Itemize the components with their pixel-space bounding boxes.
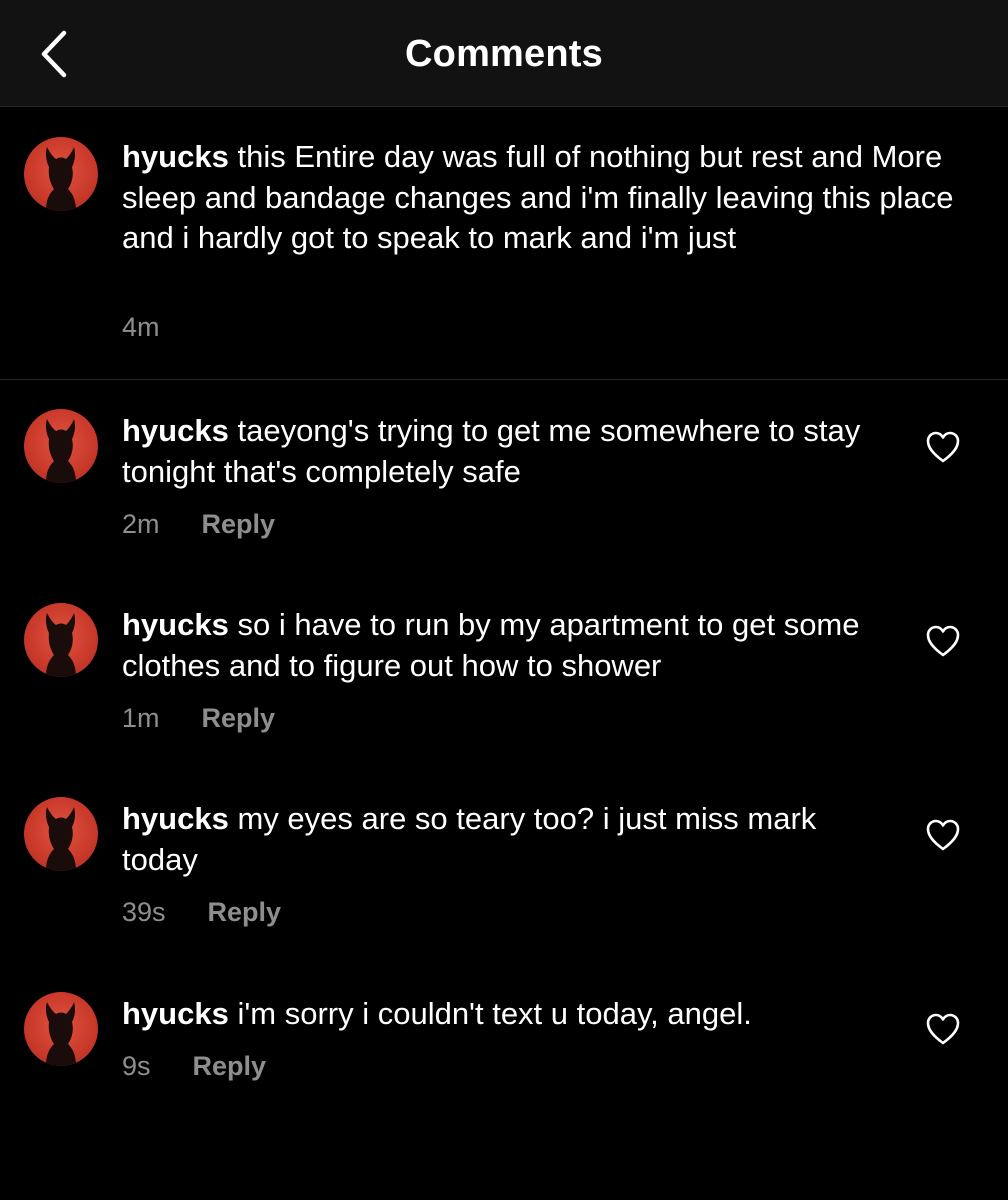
comment-timestamp: 2m bbox=[122, 509, 160, 539]
comment-meta: 2m Reply bbox=[122, 507, 275, 541]
comment-username[interactable]: hyucks bbox=[122, 996, 229, 1031]
comment-body: taeyong's trying to get me somewhere to … bbox=[122, 413, 861, 489]
caption-body: this Entire day was full of nothing but … bbox=[122, 139, 954, 255]
comment-item: hyucks i'm sorry i couldn't text u today… bbox=[0, 988, 1008, 1098]
comment-body: so i have to run by my apartment to get … bbox=[122, 607, 860, 683]
comment-timestamp: 1m bbox=[122, 703, 160, 733]
heart-outline-icon bbox=[924, 623, 962, 659]
devil-silhouette-icon bbox=[45, 419, 76, 483]
comment-username[interactable]: hyucks bbox=[122, 607, 229, 642]
comment-timestamp: 9s bbox=[122, 1051, 151, 1081]
comment-text: hyucks my eyes are so teary too? i just … bbox=[122, 799, 882, 880]
like-button[interactable] bbox=[924, 429, 962, 465]
page-title: Comments bbox=[405, 33, 603, 75]
reply-button[interactable]: Reply bbox=[202, 507, 276, 541]
devil-silhouette-icon bbox=[45, 1002, 76, 1066]
comment-text: hyucks taeyong's trying to get me somewh… bbox=[122, 411, 882, 492]
comment-item: hyucks so i have to run by my apartment … bbox=[0, 599, 1008, 749]
comment-item: hyucks my eyes are so teary too? i just … bbox=[0, 793, 1008, 943]
comment-username[interactable]: hyucks bbox=[122, 413, 229, 448]
heart-outline-icon bbox=[924, 1011, 962, 1047]
avatar[interactable] bbox=[24, 797, 98, 871]
comment-timestamp: 39s bbox=[122, 897, 166, 927]
reply-button[interactable]: Reply bbox=[208, 895, 282, 929]
avatar[interactable] bbox=[24, 137, 98, 211]
devil-silhouette-icon bbox=[45, 807, 76, 871]
reply-button[interactable]: Reply bbox=[193, 1049, 267, 1083]
like-button[interactable] bbox=[924, 623, 962, 659]
caption-meta: 4m bbox=[122, 310, 160, 344]
like-button[interactable] bbox=[924, 817, 962, 853]
comment-username[interactable]: hyucks bbox=[122, 139, 229, 174]
comment-timestamp: 4m bbox=[122, 312, 160, 342]
comment-meta: 39s Reply bbox=[122, 895, 281, 929]
heart-outline-icon bbox=[924, 429, 962, 465]
header-bar: Comments bbox=[0, 0, 1008, 107]
comment-body: i'm sorry i couldn't text u today, angel… bbox=[237, 996, 752, 1031]
like-button[interactable] bbox=[924, 1011, 962, 1047]
reply-button[interactable]: Reply bbox=[202, 701, 276, 735]
comment-text: hyucks so i have to run by my apartment … bbox=[122, 605, 882, 686]
avatar[interactable] bbox=[24, 992, 98, 1066]
comment-meta: 1m Reply bbox=[122, 701, 275, 735]
comment-meta: 9s Reply bbox=[122, 1049, 266, 1083]
comment-username[interactable]: hyucks bbox=[122, 801, 229, 836]
comment-item: hyucks taeyong's trying to get me somewh… bbox=[0, 405, 1008, 555]
avatar[interactable] bbox=[24, 603, 98, 677]
caption-block: hyucks this Entire day was full of nothi… bbox=[0, 107, 1008, 380]
devil-silhouette-icon bbox=[45, 613, 76, 677]
heart-outline-icon bbox=[924, 817, 962, 853]
devil-silhouette-icon bbox=[45, 147, 76, 211]
caption-text: hyucks this Entire day was full of nothi… bbox=[122, 137, 982, 259]
comment-text: hyucks i'm sorry i couldn't text u today… bbox=[122, 994, 882, 1035]
avatar[interactable] bbox=[24, 409, 98, 483]
